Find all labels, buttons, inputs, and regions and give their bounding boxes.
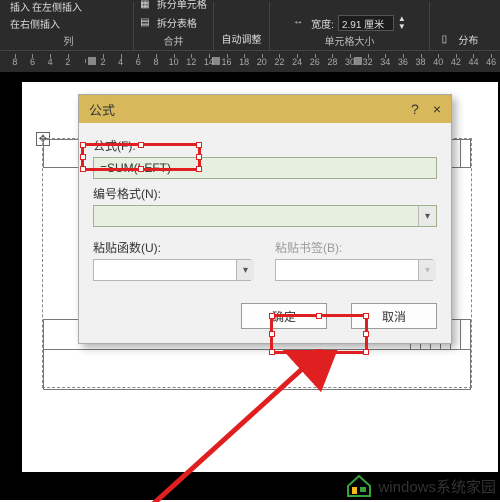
cmd-split-table[interactable]: ▤ 拆分表格 <box>140 15 197 31</box>
ruler-tick: 34 <box>376 57 394 67</box>
paste-function-combo[interactable] <box>93 259 251 281</box>
ruler-tick: 8 <box>147 57 165 67</box>
watermark-logo-text: windows系统家园 <box>378 476 496 497</box>
ribbon-group-autofit: 自动调整 <box>214 2 270 50</box>
chevron-down-icon: ▾ <box>418 260 436 280</box>
width-icon: ↔ <box>293 16 307 30</box>
formula-field-label: 公式(F): <box>93 137 437 154</box>
document-background: ✥ 平均值 www.ruhaifu.com 公式 ? × <box>0 72 500 500</box>
ribbon-group-merge: ▦ 拆分单元格 ▤ 拆分表格 合并 <box>134 2 214 50</box>
cmd-insert-left[interactable]: 在左侧插入 <box>32 0 82 14</box>
paste-bookmark-label: 粘贴书签(B): <box>275 239 437 256</box>
chevron-down-icon[interactable]: ▾ <box>236 260 254 280</box>
ruler-tick: 28 <box>324 57 342 67</box>
split-table-icon: ▤ <box>140 17 154 31</box>
dialog-title: 公式 <box>89 100 115 119</box>
ribbon-label-cellsize: 单元格大小 <box>325 33 375 48</box>
ruler-tick: 18 <box>235 57 253 67</box>
ruler-tick: 26 <box>306 57 324 67</box>
ruler-tick: 42 <box>447 57 465 67</box>
close-icon[interactable]: × <box>433 101 441 117</box>
page: ✥ 平均值 www.ruhaifu.com 公式 ? × <box>22 82 498 472</box>
ruler-tick: 10 <box>165 57 183 67</box>
dialog-titlebar[interactable]: 公式 ? × <box>79 95 451 123</box>
ruler-tick: 20 <box>253 57 271 67</box>
formula-input[interactable] <box>93 157 437 179</box>
ribbon: 插入 在左侧插入 在右侧插入 列 ▦ 拆分单元格 ▤ 拆分表格 合并 自动调整 … <box>0 0 500 50</box>
ribbon-label-cols: 列 <box>64 33 74 48</box>
ruler-tick: 4 <box>112 57 130 67</box>
ruler-tick: 8 <box>6 57 24 67</box>
chevron-down-icon[interactable]: ▾ <box>418 206 436 226</box>
ruler-tick: 40 <box>429 57 447 67</box>
ruler-tick: 38 <box>412 57 430 67</box>
split-cells-icon: ▦ <box>140 0 154 13</box>
house-icon <box>346 474 372 498</box>
ribbon-group-rows-cols: 插入 在左侧插入 在右侧插入 列 <box>4 2 134 50</box>
ruler-tick: 30 <box>341 57 359 67</box>
ruler-tick: 4 <box>41 57 59 67</box>
cmd-autofit[interactable]: 自动调整 <box>222 31 262 46</box>
ruler-tick: 46 <box>482 57 500 67</box>
ruler-tick: 44 <box>465 57 483 67</box>
paste-function-label: 粘贴函数(U): <box>93 239 255 256</box>
ruler-tick: 2 <box>94 57 112 67</box>
ok-button[interactable]: 确定 <box>241 303 327 329</box>
ribbon-label-merge: 合并 <box>164 33 184 48</box>
ruler-tick: 36 <box>394 57 412 67</box>
paste-bookmark-combo <box>275 259 433 281</box>
cmd-insert-right[interactable]: 在右侧插入 <box>10 16 60 31</box>
cmd-distribute[interactable]: ▯ 分布 <box>442 32 479 48</box>
ruler-tick: 14 <box>200 57 218 67</box>
watermark-logo: windows系统家园 <box>346 474 496 498</box>
number-format-label: 编号格式(N): <box>93 185 437 202</box>
help-icon[interactable]: ? <box>411 101 419 117</box>
formula-dialog: 公式 ? × 公式(F): 编号格式(N): ▾ 粘贴函数(U): <box>78 94 452 344</box>
width-label: 宽度: <box>311 16 334 31</box>
stepper-icon[interactable]: ▲▼ <box>398 15 406 31</box>
horizontal-ruler[interactable]: 8642246810121416182022242628303234363840… <box>0 50 500 72</box>
number-format-combo[interactable] <box>93 205 437 227</box>
width-input[interactable] <box>338 15 394 31</box>
ribbon-group-distribute: ▯ 分布 <box>430 2 490 50</box>
cmd-insert[interactable]: 插入 <box>10 0 30 14</box>
distribute-icon: ▯ <box>442 34 456 48</box>
ribbon-group-cellsize: ↔ 宽度: ▲▼ 单元格大小 <box>270 2 430 50</box>
ruler-tick: 32 <box>359 57 377 67</box>
ruler-tick: 6 <box>24 57 42 67</box>
ruler-tick: 22 <box>271 57 289 67</box>
cmd-split-cells[interactable]: ▦ 拆分单元格 <box>140 0 207 13</box>
ruler-tick: 6 <box>129 57 147 67</box>
cancel-button[interactable]: 取消 <box>351 303 437 329</box>
ruler-tick: 12 <box>182 57 200 67</box>
ruler-tick: 24 <box>288 57 306 67</box>
ruler-tick: 2 <box>59 57 77 67</box>
ruler-tick: 16 <box>218 57 236 67</box>
